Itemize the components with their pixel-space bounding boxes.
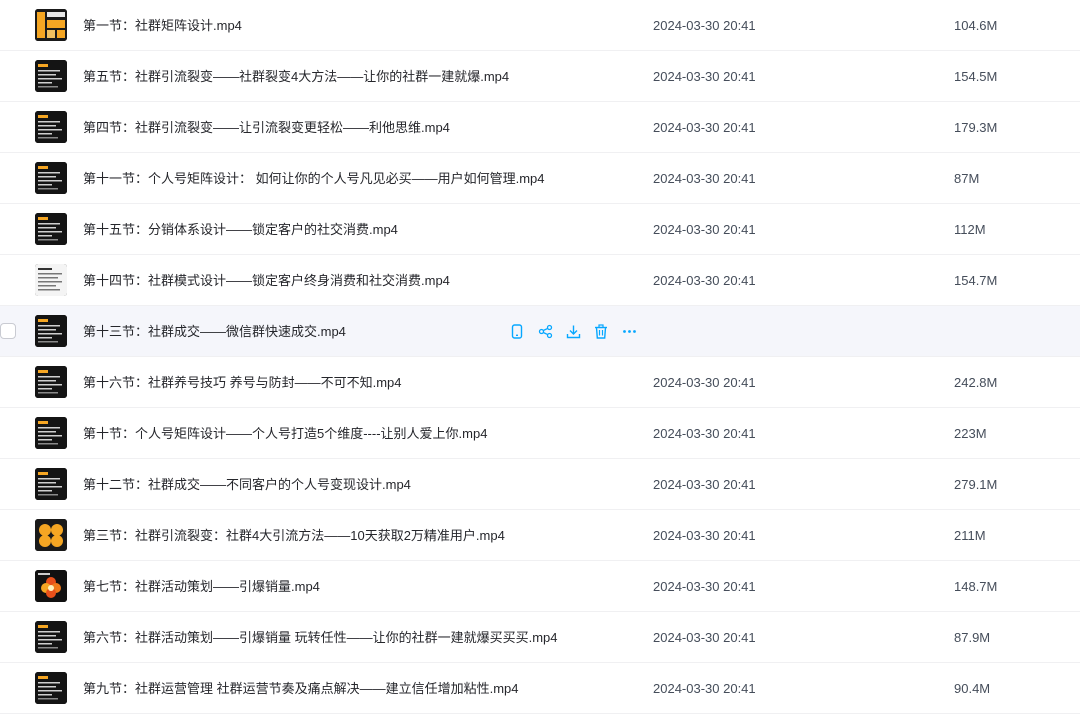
file-date: 2024-03-30 20:41 bbox=[653, 69, 756, 84]
file-name[interactable]: 第四节：社群引流裂变——让引流裂变更轻松——利他思维.mp4 bbox=[83, 102, 450, 153]
file-name[interactable]: 第十二节：社群成交——不同客户的个人号变现设计.mp4 bbox=[83, 459, 411, 510]
file-size: 87M bbox=[954, 171, 980, 186]
file-date: 2024-03-30 20:41 bbox=[653, 528, 756, 543]
video-thumbnail[interactable] bbox=[35, 315, 67, 347]
download-icon[interactable] bbox=[564, 323, 582, 340]
file-date: 2024-03-30 20:41 bbox=[653, 375, 756, 390]
file-row[interactable]: 第五节：社群引流裂变——社群裂变4大方法——让你的社群一建就爆.mp4 2024-… bbox=[0, 51, 1080, 102]
file-name[interactable]: 第一节：社群矩阵设计.mp4 bbox=[83, 0, 242, 51]
file-date: 2024-03-30 20:41 bbox=[653, 120, 756, 135]
file-size: 179.3M bbox=[954, 120, 998, 135]
file-row[interactable]: 第十六节：社群养号技巧 养号与防封——不可不知.mp4 2024-03-30 20… bbox=[0, 357, 1080, 408]
file-date: 2024-03-30 20:41 bbox=[653, 426, 756, 441]
video-thumbnail[interactable] bbox=[35, 621, 67, 653]
video-thumbnail[interactable] bbox=[35, 366, 67, 398]
file-name[interactable]: 第七节：社群活动策划——引爆销量.mp4 bbox=[83, 561, 320, 612]
video-thumbnail[interactable] bbox=[35, 111, 67, 143]
file-size: 211M bbox=[954, 528, 986, 543]
file-name[interactable]: 第十节：个人号矩阵设计——个人号打造5个维度----让别人爱上你.mp4 bbox=[83, 408, 487, 459]
file-date: 2024-03-30 20:41 bbox=[653, 18, 756, 33]
file-list: 第一节：社群矩阵设计.mp4 2024-03-30 20:41 104.6M 第五节… bbox=[0, 0, 1080, 714]
phone-icon[interactable] bbox=[508, 323, 526, 340]
file-row[interactable]: 第十四节：社群模式设计——锁定客户终身消费和社交消费.mp4 2024-03-30… bbox=[0, 255, 1080, 306]
video-thumbnail[interactable] bbox=[35, 417, 67, 449]
file-date: 2024-03-30 20:41 bbox=[653, 477, 756, 492]
file-size: 223M bbox=[954, 426, 987, 441]
delete-icon[interactable] bbox=[592, 323, 610, 340]
file-row[interactable]: 第六节：社群活动策划——引爆销量 玩转任性——让你的社群一建就爆买买买.mp4 2… bbox=[0, 612, 1080, 663]
video-thumbnail[interactable] bbox=[35, 519, 67, 551]
file-date: 2024-03-30 20:41 bbox=[653, 579, 756, 594]
file-row[interactable]: 第三节：社群引流裂变：社群4大引流方法——10天获取2万精准用户.mp4 2024… bbox=[0, 510, 1080, 561]
file-size: 104.6M bbox=[954, 18, 998, 33]
file-size: 148.7M bbox=[954, 579, 998, 594]
file-date: 2024-03-30 20:41 bbox=[653, 273, 756, 288]
file-date: 2024-03-30 20:41 bbox=[653, 681, 756, 696]
share-icon[interactable] bbox=[536, 323, 554, 340]
file-name[interactable]: 第十五节：分销体系设计——锁定客户的社交消费.mp4 bbox=[83, 204, 398, 255]
file-row[interactable]: 第七节：社群活动策划——引爆销量.mp4 2024-03-30 20:41 148.… bbox=[0, 561, 1080, 612]
video-thumbnail[interactable] bbox=[35, 162, 67, 194]
file-date: 2024-03-30 20:41 bbox=[653, 171, 756, 186]
row-actions bbox=[508, 323, 648, 340]
file-row[interactable]: 第十五节：分销体系设计——锁定客户的社交消费.mp4 2024-03-30 20:… bbox=[0, 204, 1080, 255]
file-size: 90.4M bbox=[954, 681, 991, 696]
file-row[interactable]: 第一节：社群矩阵设计.mp4 2024-03-30 20:41 104.6M bbox=[0, 0, 1080, 51]
file-size: 154.5M bbox=[954, 69, 998, 84]
file-row[interactable]: 第十三节：社群成交——微信群快速成交.mp4 bbox=[0, 306, 1080, 357]
video-thumbnail[interactable] bbox=[35, 213, 67, 245]
file-name[interactable]: 第十一节：个人号矩阵设计： 如何让你的个人号凡见必买——用户如何管理.mp4 bbox=[83, 153, 545, 204]
file-name[interactable]: 第九节：社群运营管理 社群运营节奏及痛点解决——建立信任增加粘性.mp4 bbox=[83, 663, 519, 714]
file-name[interactable]: 第十六节：社群养号技巧 养号与防封——不可不知.mp4 bbox=[83, 357, 402, 408]
file-name[interactable]: 第十三节：社群成交——微信群快速成交.mp4 bbox=[83, 306, 346, 357]
file-row[interactable]: 第十节：个人号矩阵设计——个人号打造5个维度----让别人爱上你.mp4 2024… bbox=[0, 408, 1080, 459]
video-thumbnail[interactable] bbox=[35, 468, 67, 500]
file-date: 2024-03-30 20:41 bbox=[653, 222, 756, 237]
row-checkbox[interactable] bbox=[0, 323, 16, 339]
file-size: 87.9M bbox=[954, 630, 991, 645]
file-row[interactable]: 第十一节：个人号矩阵设计： 如何让你的个人号凡见必买——用户如何管理.mp4 20… bbox=[0, 153, 1080, 204]
video-thumbnail[interactable] bbox=[35, 264, 67, 296]
file-name[interactable]: 第十四节：社群模式设计——锁定客户终身消费和社交消费.mp4 bbox=[83, 255, 450, 306]
video-thumbnail[interactable] bbox=[35, 9, 67, 41]
video-thumbnail[interactable] bbox=[35, 672, 67, 704]
file-row[interactable]: 第四节：社群引流裂变——让引流裂变更轻松——利他思维.mp4 2024-03-30… bbox=[0, 102, 1080, 153]
file-size: 112M bbox=[954, 222, 986, 237]
file-name[interactable]: 第三节：社群引流裂变：社群4大引流方法——10天获取2万精准用户.mp4 bbox=[83, 510, 505, 561]
file-name[interactable]: 第五节：社群引流裂变——社群裂变4大方法——让你的社群一建就爆.mp4 bbox=[83, 51, 509, 102]
file-date: 2024-03-30 20:41 bbox=[653, 630, 756, 645]
file-row[interactable]: 第九节：社群运营管理 社群运营节奏及痛点解决——建立信任增加粘性.mp4 2024… bbox=[0, 663, 1080, 714]
file-size: 154.7M bbox=[954, 273, 998, 288]
video-thumbnail[interactable] bbox=[35, 570, 67, 602]
file-row[interactable]: 第十二节：社群成交——不同客户的个人号变现设计.mp4 2024-03-30 20… bbox=[0, 459, 1080, 510]
file-size: 279.1M bbox=[954, 477, 998, 492]
video-thumbnail[interactable] bbox=[35, 60, 67, 92]
file-name[interactable]: 第六节：社群活动策划——引爆销量 玩转任性——让你的社群一建就爆买买买.mp4 bbox=[83, 612, 558, 663]
more-icon[interactable] bbox=[620, 323, 638, 340]
file-size: 242.8M bbox=[954, 375, 998, 390]
